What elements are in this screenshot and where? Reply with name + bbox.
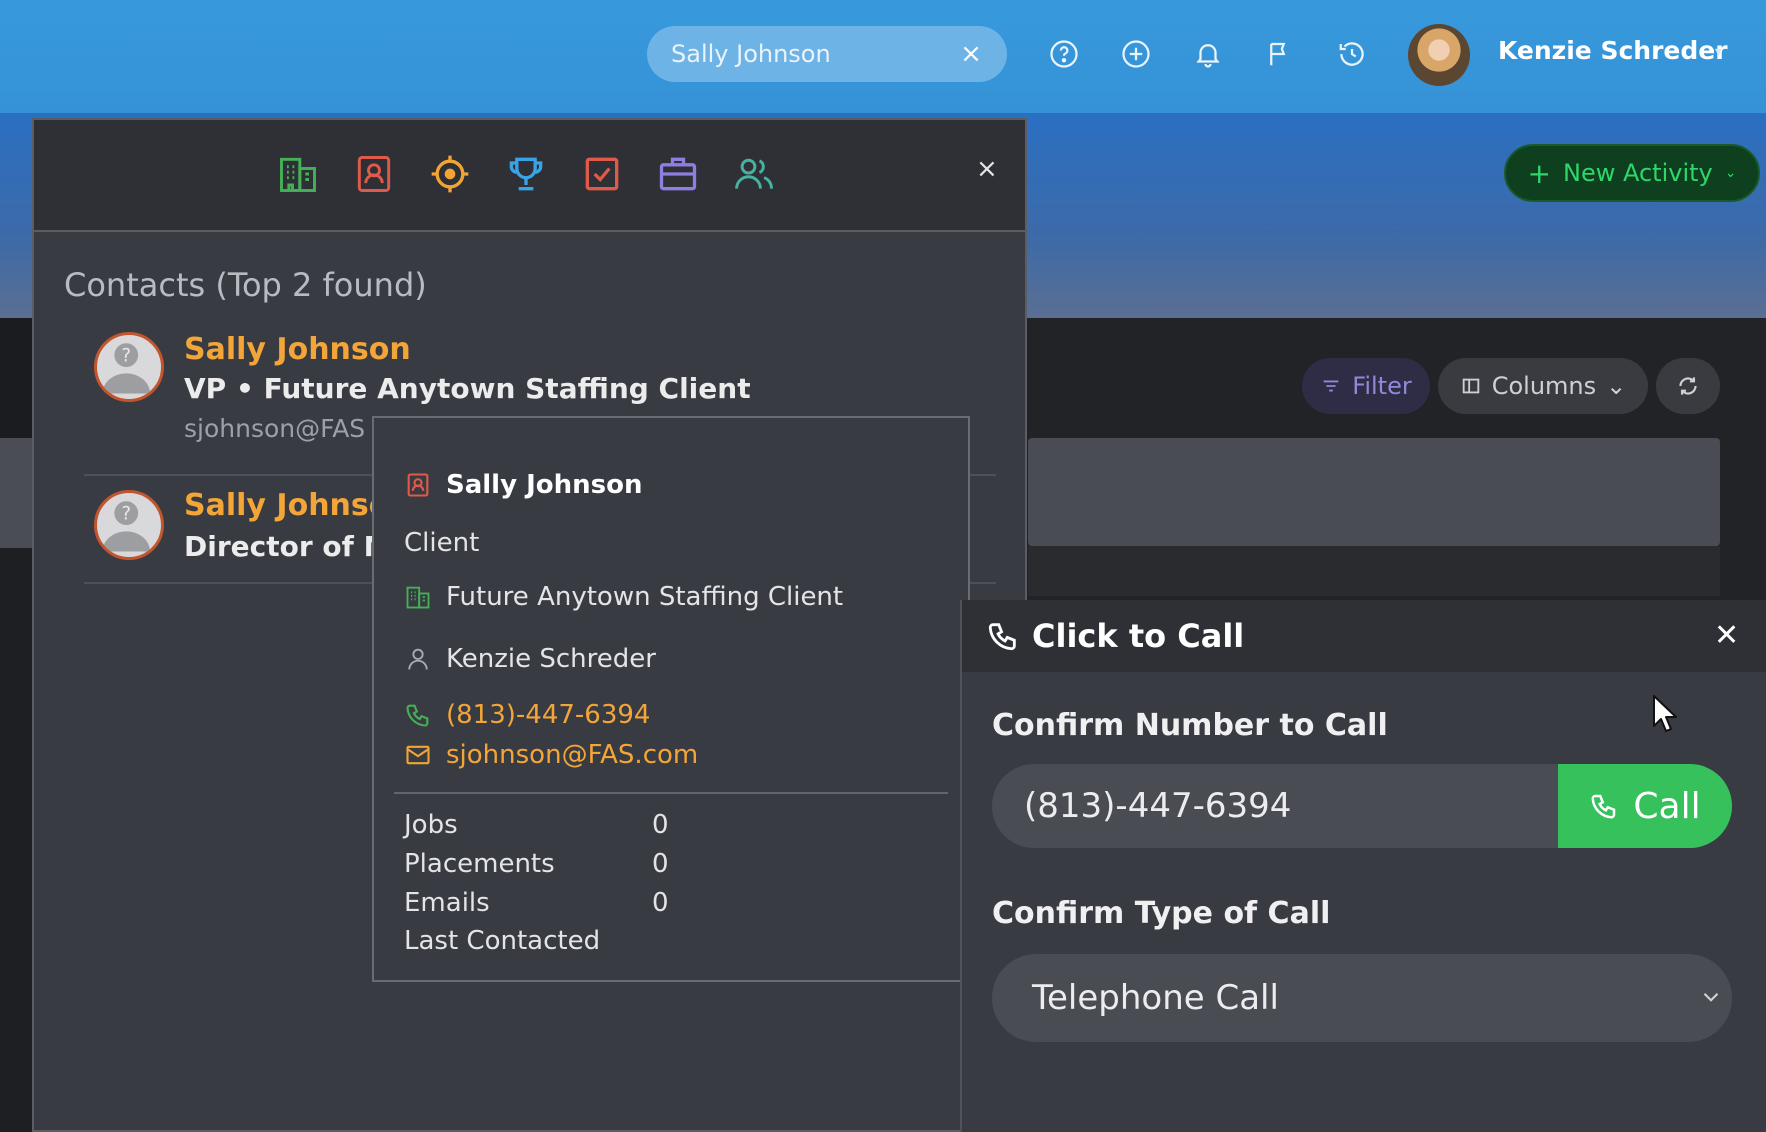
contact-name[interactable]: Sally Johnso — [184, 488, 389, 523]
click-to-call-panel: Click to Call ✕ Confirm Number to Call (… — [960, 600, 1766, 1132]
background-strip — [0, 438, 32, 548]
candidates-icon[interactable] — [730, 150, 778, 198]
person-icon — [408, 648, 428, 670]
hover-card-owner: Kenzie Schreder — [446, 644, 656, 674]
close-call-panel-icon[interactable]: ✕ — [1714, 618, 1739, 653]
confirm-type-label: Confirm Type of Call — [992, 896, 1331, 931]
hover-card-company-row: Future Anytown Staffing Client — [404, 582, 843, 612]
chevron-down-icon — [1703, 992, 1719, 1002]
columns-icon — [1462, 378, 1479, 394]
stat-value-emails: 0 — [652, 888, 669, 918]
svg-text:?: ? — [121, 504, 131, 525]
call-panel-title: Click to Call — [1032, 617, 1245, 655]
hover-card-phone-link[interactable]: (813)-447-6394 — [446, 700, 650, 730]
chevron-down-icon: ⌄ — [1606, 372, 1627, 400]
results-section-title: Contacts (Top 2 found) — [64, 266, 427, 304]
call-button-label: Call — [1633, 785, 1701, 827]
refresh-icon — [1679, 377, 1697, 395]
hover-card-name[interactable]: Sally Johnson — [446, 470, 643, 500]
new-activity-label: New Activity — [1563, 159, 1713, 187]
grid-header-row — [1028, 438, 1720, 546]
clear-search-icon[interactable]: × — [959, 39, 983, 69]
phone-number-input[interactable]: (813)-447-6394 — [992, 764, 1564, 848]
phone-icon — [406, 704, 429, 727]
hover-card-email-link[interactable]: sjohnson@FAS.com — [446, 740, 698, 770]
filter-label: Filter — [1352, 372, 1412, 400]
history-icon[interactable] — [1336, 38, 1368, 70]
columns-button[interactable]: Columns ⌄ — [1438, 358, 1648, 414]
contact-avatar: ? — [94, 490, 164, 560]
columns-label: Columns — [1491, 372, 1597, 400]
flag-icon[interactable] — [1264, 38, 1296, 70]
refresh-button[interactable] — [1656, 358, 1720, 414]
unknown-person-icon: ? — [102, 501, 151, 552]
add-circle-icon[interactable] — [1120, 38, 1152, 70]
contact-hover-card: Sally Johnson Client Future Anytown Staf… — [372, 416, 970, 982]
top-bar: Sally Johnson × Kenzie Schreder ▾ — [0, 0, 1766, 113]
grid-body — [1028, 546, 1720, 596]
user-menu-caret-icon[interactable]: ▾ — [1715, 44, 1722, 60]
tasks-icon[interactable] — [578, 150, 626, 198]
contacts-icon[interactable] — [350, 150, 398, 198]
stat-label-emails: Emails — [404, 888, 490, 918]
global-search-input[interactable]: Sally Johnson × — [647, 26, 1007, 82]
phone-icon — [1591, 794, 1616, 819]
filter-button[interactable]: Filter — [1302, 358, 1430, 414]
contact-name[interactable]: Sally Johnson — [184, 332, 411, 367]
background-strip — [0, 548, 32, 1132]
jobs-icon[interactable] — [654, 150, 702, 198]
search-value[interactable]: Sally Johnson — [671, 40, 959, 68]
stat-label-last-contacted: Last Contacted — [404, 926, 601, 956]
bell-icon[interactable] — [1192, 38, 1224, 70]
hover-card-type: Client — [404, 528, 480, 558]
help-icon[interactable] — [1048, 38, 1080, 70]
mail-icon — [406, 745, 430, 765]
close-results-icon[interactable]: × — [976, 154, 998, 184]
user-avatar[interactable] — [1408, 24, 1470, 86]
plus-icon: + — [1527, 156, 1551, 190]
stat-label-placements: Placements — [404, 849, 555, 879]
user-name[interactable]: Kenzie Schreder — [1498, 36, 1728, 65]
call-type-value: Telephone Call — [1032, 978, 1279, 1018]
mouse-cursor-icon — [1653, 695, 1677, 732]
leads-icon[interactable] — [426, 150, 474, 198]
companies-icon[interactable] — [274, 150, 322, 198]
unknown-person-icon: ? — [102, 343, 151, 394]
stat-value-placements: 0 — [652, 849, 669, 879]
results-category-bar: × — [34, 120, 1025, 232]
stat-value-jobs: 0 — [652, 810, 669, 840]
call-panel-header: Click to Call — [962, 600, 1766, 672]
company-icon — [406, 586, 430, 609]
confirm-number-label: Confirm Number to Call — [992, 708, 1388, 743]
hover-card-email-row: sjohnson@FAS.com — [404, 740, 698, 770]
call-button[interactable]: Call — [1558, 764, 1732, 848]
contact-icon — [407, 473, 429, 497]
contact-avatar: ? — [94, 332, 164, 402]
opportunities-icon[interactable] — [502, 150, 550, 198]
contact-subtitle: VP • Future Anytown Staffing Client — [184, 372, 751, 405]
hover-card-owner-row: Kenzie Schreder — [404, 644, 656, 674]
hover-card-type-row: Client — [404, 528, 479, 558]
new-activity-button[interactable]: + New Activity ⌄ — [1504, 144, 1760, 202]
svg-text:?: ? — [121, 346, 131, 367]
divider — [394, 792, 948, 794]
call-type-select[interactable]: Telephone Call — [992, 954, 1732, 1042]
background-strip — [0, 318, 32, 438]
filter-icon — [1323, 380, 1339, 392]
chevron-down-icon: ⌄ — [1724, 165, 1737, 181]
hover-card-phone-row: (813)-447-6394 — [404, 700, 650, 730]
stat-label-jobs: Jobs — [404, 810, 458, 840]
contact-email: sjohnson@FAS — [184, 414, 366, 443]
phone-icon — [988, 623, 1016, 651]
hover-card-company[interactable]: Future Anytown Staffing Client — [446, 582, 843, 612]
hover-card-header: Sally Johnson — [404, 470, 643, 500]
